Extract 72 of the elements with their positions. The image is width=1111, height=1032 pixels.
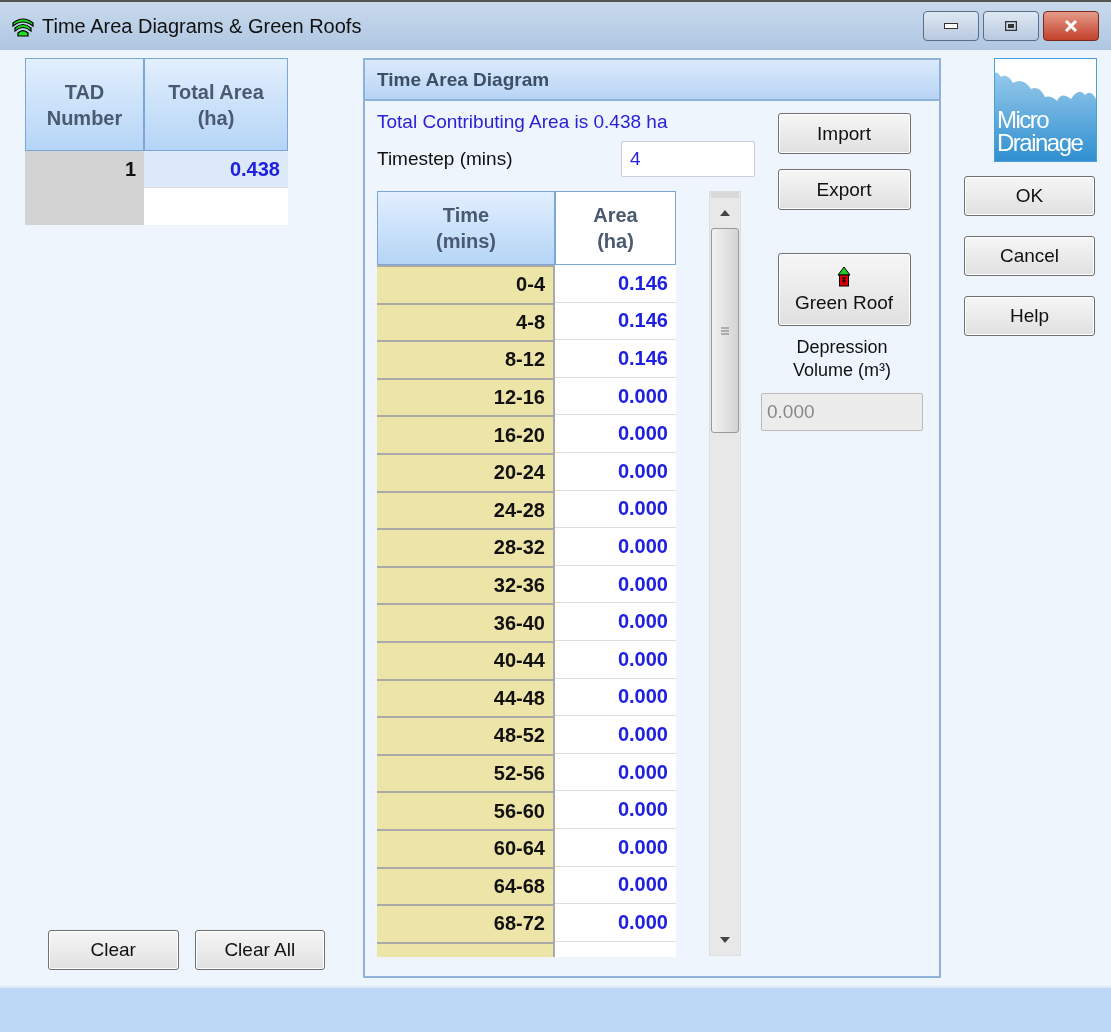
time-cell: 56-60	[377, 791, 555, 829]
house-icon	[837, 265, 851, 288]
table-cell[interactable]: 0.000	[555, 678, 676, 717]
scrollbar-cap	[711, 192, 739, 198]
time-cell: 4-8	[377, 302, 555, 341]
panel-header: Time Area Diagram	[365, 60, 939, 101]
time-cell: 60-64	[377, 828, 555, 867]
scroll-down-icon	[720, 937, 730, 943]
table-cell[interactable]: 0.000	[555, 490, 676, 529]
summary-text: Total Contributing Area is 0.438 ha	[377, 111, 669, 133]
time-cell: 40-44	[377, 640, 555, 679]
time-cell: 12-16	[377, 377, 555, 416]
maximize-button[interactable]	[983, 11, 1039, 41]
time-cell: 28-32	[377, 528, 555, 566]
table-cell[interactable]: 0.000	[555, 565, 676, 604]
logo-text: Micro Drainage	[996, 109, 1083, 159]
time-cell: 52-56	[377, 753, 555, 792]
time-cell: 32-36	[377, 565, 555, 604]
table-cell[interactable]: 0.146	[555, 302, 676, 341]
table-cell[interactable]: 0.000	[555, 415, 676, 453]
table-cell[interactable]: 0.000	[555, 791, 676, 829]
dialog-button[interactable]: Help	[964, 296, 1095, 336]
time-cell: 36-40	[377, 603, 555, 641]
table-cell[interactable]: 0.000	[555, 377, 676, 416]
minimize-button[interactable]	[923, 11, 979, 41]
maximize-icon	[1005, 21, 1017, 31]
close-button[interactable]	[1043, 11, 1099, 41]
time-cell: 44-48	[377, 678, 555, 717]
column-header[interactable]: TAD Number	[25, 58, 144, 151]
window-title: Time Area Diagrams & Green Roofs	[42, 14, 363, 38]
export-button[interactable]: Export	[777, 169, 911, 210]
timestep-field[interactable]: 4	[621, 141, 755, 177]
clear-button[interactable]: Clear	[48, 930, 179, 970]
row-number-cell: 1	[25, 151, 144, 188]
new-row-cell[interactable]	[144, 188, 288, 225]
time-cell: 20-24	[377, 452, 555, 491]
scroll-thumb[interactable]	[711, 228, 739, 433]
clear-button[interactable]: Clear All	[194, 930, 325, 970]
close-icon	[1064, 20, 1078, 32]
app-icon	[12, 15, 34, 37]
column-header[interactable]: Total Area (ha)	[144, 58, 288, 151]
time-cell: 64-68	[377, 866, 555, 905]
dialog-button[interactable]: OK	[964, 176, 1095, 216]
table-cell[interactable]: 0.146	[555, 265, 676, 303]
time-cell: 8-12	[377, 340, 555, 378]
field-label: Timestep (mins)	[377, 148, 513, 170]
table-cell[interactable]: 0.000	[555, 866, 676, 905]
roof-button[interactable]: Green Roof	[777, 253, 911, 326]
grip-icon	[721, 326, 729, 335]
time-cell: 48-52	[377, 716, 555, 754]
scrollbar[interactable]	[709, 191, 741, 956]
table-cell[interactable]: 0.000	[555, 452, 676, 491]
table-cell[interactable]: 0.000	[555, 640, 676, 679]
minimize-icon	[944, 23, 958, 29]
dialog-button[interactable]: Cancel	[964, 236, 1095, 276]
column-header[interactable]: Time (mins)	[377, 191, 555, 265]
table-cell[interactable]: 0.000	[555, 528, 676, 566]
table-cell[interactable]: 0.438	[144, 151, 288, 188]
table-cell[interactable]: 0.000	[555, 716, 676, 754]
time-cell: 0-4	[377, 265, 555, 303]
column-header[interactable]: Area (ha)	[555, 191, 676, 265]
time-cell: 24-28	[377, 490, 555, 529]
time-cell: 68-72	[377, 904, 555, 942]
time-cell: 16-20	[377, 415, 555, 453]
table-cell[interactable]: 0.000	[555, 828, 676, 867]
depression-volume-label: Depression Volume (m³)	[792, 336, 892, 383]
import-button[interactable]: Import	[777, 113, 911, 154]
table-cell[interactable]: 0.000	[555, 904, 676, 942]
table-cell[interactable]: 0.000	[555, 603, 676, 641]
scroll-up-icon	[720, 210, 730, 216]
table-cell[interactable]: 0.146	[555, 340, 676, 378]
table-cell[interactable]: 0.000	[555, 753, 676, 792]
